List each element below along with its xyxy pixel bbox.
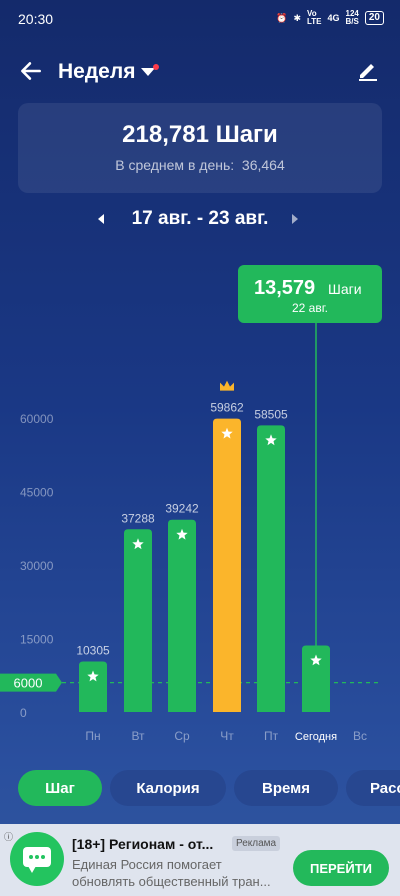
bar-value-label: 39242 bbox=[165, 502, 199, 516]
y-tick-label: 0 bbox=[20, 706, 27, 720]
bar-value-label: 59862 bbox=[210, 401, 244, 415]
status-icons: ⏰ ✱ Vo LTE 4G 124 B/S 20 bbox=[276, 10, 384, 26]
tooltip-value: 13,579 bbox=[254, 277, 315, 299]
tooltip-date: 22 авг. bbox=[292, 301, 328, 315]
app-bar: Неделя bbox=[0, 52, 400, 92]
bar-0 bbox=[79, 661, 107, 712]
tooltip-unit: Шаги bbox=[328, 281, 362, 297]
bar-3 bbox=[213, 418, 241, 712]
x-tick-label: Ср bbox=[174, 729, 190, 743]
status-bar: 20:30 ⏰ ✱ Vo LTE 4G 124 B/S 20 bbox=[0, 0, 400, 40]
bar-4 bbox=[257, 425, 285, 712]
y-tick-label: 60000 bbox=[20, 412, 54, 426]
pencil-icon[interactable] bbox=[356, 58, 380, 82]
x-tick-label: Пт bbox=[264, 729, 279, 743]
ad-info-icon[interactable]: ⓘ bbox=[4, 830, 13, 843]
next-week-button[interactable] bbox=[292, 214, 298, 224]
ad-badge: Реклама bbox=[232, 836, 281, 851]
bar-2 bbox=[168, 519, 196, 712]
ad-banner[interactable]: ⓘ [18+] Регионам - от... Реклама Единая … bbox=[0, 824, 400, 896]
bar-value-label: 10305 bbox=[76, 644, 110, 658]
chat-bubble-icon bbox=[10, 832, 64, 886]
ad-title: [18+] Регионам - от... bbox=[72, 836, 214, 852]
y-tick-label: 45000 bbox=[20, 486, 54, 500]
tab-distance[interactable]: Расс bbox=[346, 770, 400, 806]
data-speed: 124 B/S bbox=[345, 9, 359, 26]
steps-chart: 60000 45000 30000 15000 0 6000 10305 37288 39242… bbox=[0, 250, 400, 760]
goal-label: 6000 bbox=[14, 676, 43, 691]
x-tick-label: Сегодня bbox=[295, 731, 337, 743]
metric-tabs: Шаг Калория Время Расс bbox=[0, 770, 400, 810]
bar-value-label: 58505 bbox=[254, 407, 288, 421]
battery-icon: 20 bbox=[364, 11, 384, 25]
x-tick-label: Чт bbox=[220, 729, 234, 743]
x-tick-label: Пн bbox=[85, 729, 100, 743]
signal-4g: 4G bbox=[327, 13, 340, 23]
chevron-down-icon bbox=[141, 64, 160, 76]
crown-icon bbox=[220, 380, 234, 391]
period-selector[interactable]: Неделя bbox=[58, 60, 160, 84]
steps-bar-chart: 60000 45000 30000 15000 0 6000 10305 37288 39242… bbox=[0, 265, 382, 743]
x-tick-label: Вт bbox=[131, 729, 145, 743]
alarm-icon: ⏰ bbox=[276, 12, 288, 23]
daily-average: В среднем в день: 36,464 bbox=[115, 157, 285, 173]
notification-dot bbox=[153, 64, 160, 70]
date-range-label: 17 авг. - 23 авг. bbox=[131, 208, 269, 229]
bar-1 bbox=[124, 529, 152, 712]
y-tick-label: 30000 bbox=[20, 559, 54, 573]
x-tick-label: Вс bbox=[353, 729, 367, 743]
bluetooth-icon: ✱ bbox=[293, 12, 301, 23]
ad-text: Единая Россия помогает обновлять обществ… bbox=[72, 857, 271, 889]
bar-value-label: 37288 bbox=[121, 511, 155, 525]
status-time: 20:30 bbox=[18, 11, 54, 27]
back-arrow-icon[interactable] bbox=[18, 58, 44, 84]
summary-card: 218,781 Шаги В среднем в день: 36,464 bbox=[18, 103, 382, 193]
tab-steps[interactable]: Шаг bbox=[18, 770, 102, 806]
ad-cta-button[interactable]: ПЕРЕЙТИ bbox=[293, 850, 389, 886]
network-vo: Vo LTE bbox=[306, 9, 322, 26]
date-range: 17 авг. - 23 авг. bbox=[0, 206, 400, 236]
tab-time[interactable]: Время bbox=[234, 770, 338, 806]
page-title: Неделя bbox=[58, 60, 136, 83]
y-tick-label: 15000 bbox=[20, 633, 54, 647]
total-steps: 218,781 Шаги bbox=[122, 121, 278, 148]
tab-calories[interactable]: Калория bbox=[110, 770, 226, 806]
